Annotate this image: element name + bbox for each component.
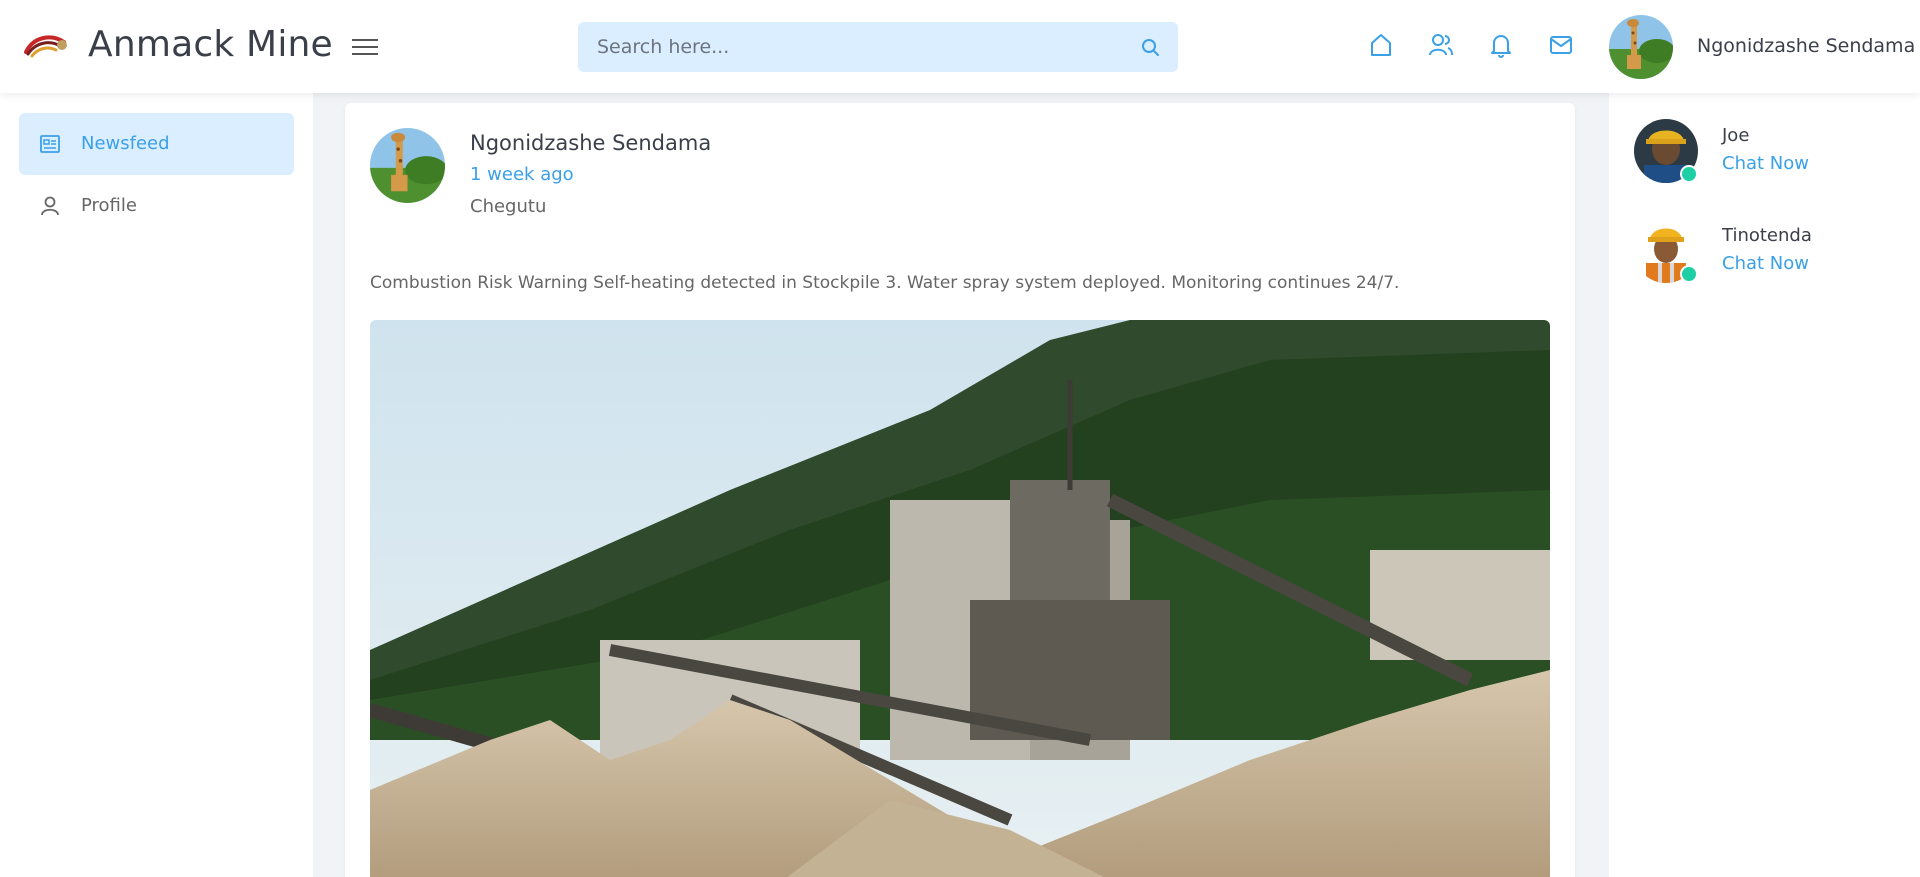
- user-avatar[interactable]: [1609, 15, 1673, 79]
- contact-item[interactable]: Joe Chat Now: [1634, 119, 1894, 189]
- search-input[interactable]: [578, 22, 1118, 72]
- right-sidebar-contacts: Joe Chat Now Tinotenda Chat Now: [1609, 93, 1920, 877]
- search-bar: [578, 22, 1178, 72]
- giraffe-avatar-image: [370, 128, 445, 203]
- contact-item[interactable]: Tinotenda Chat Now: [1634, 219, 1894, 289]
- contact-name: Tinotenda: [1722, 225, 1812, 246]
- sidebar-item-label: Newsfeed: [81, 133, 170, 154]
- online-status-dot: [1680, 265, 1698, 283]
- hamburger-menu-icon[interactable]: [352, 34, 378, 58]
- header-user-name[interactable]: Ngonidzashe Sendama: [1697, 35, 1915, 57]
- giraffe-avatar-image: [1609, 15, 1673, 79]
- contact-name: Joe: [1722, 125, 1750, 146]
- chat-now-link[interactable]: Chat Now: [1722, 253, 1809, 274]
- mining-plant-photo: [370, 320, 1550, 877]
- online-status-dot: [1680, 165, 1698, 183]
- search-icon[interactable]: [1140, 37, 1160, 57]
- notifications-bell-icon[interactable]: [1488, 32, 1514, 58]
- app-title[interactable]: Anmack Mine: [88, 24, 333, 65]
- post-body-text: Combustion Risk Warning Self-heating det…: [370, 273, 1400, 293]
- post-author-avatar[interactable]: [370, 128, 445, 203]
- app-logo-icon[interactable]: [24, 32, 68, 58]
- sidebar-item-newsfeed[interactable]: Newsfeed: [19, 113, 294, 175]
- post-image[interactable]: [370, 320, 1550, 877]
- chat-now-link[interactable]: Chat Now: [1722, 153, 1809, 174]
- left-sidebar: Newsfeed Profile: [0, 93, 313, 877]
- home-icon[interactable]: [1368, 32, 1394, 58]
- post-author-name[interactable]: Ngonidzashe Sendama: [470, 131, 711, 155]
- top-header: Anmack Mine Search here... Ngonidzashe S…: [0, 0, 1920, 93]
- friends-icon[interactable]: [1428, 32, 1454, 58]
- messages-envelope-icon[interactable]: [1548, 32, 1574, 58]
- post-card: Ngonidzashe Sendama 1 week ago Chegutu C…: [345, 103, 1575, 877]
- sidebar-item-profile[interactable]: Profile: [19, 175, 294, 237]
- post-location: Chegutu: [470, 196, 547, 217]
- post-timestamp: 1 week ago: [470, 164, 574, 185]
- sidebar-item-label: Profile: [81, 195, 137, 216]
- newsfeed-icon: [40, 135, 60, 153]
- user-icon: [41, 196, 59, 216]
